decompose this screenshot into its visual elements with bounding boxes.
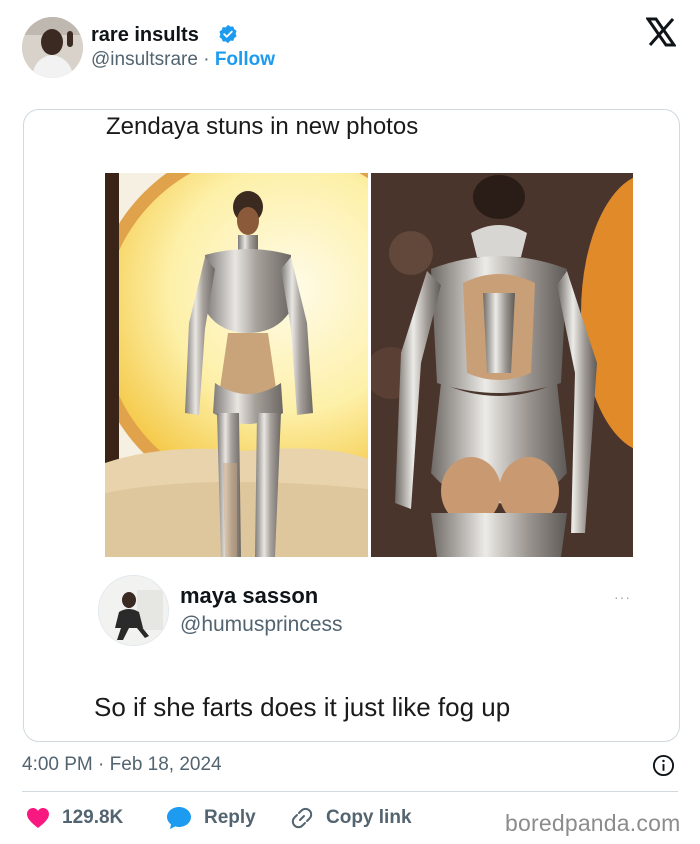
- author-name[interactable]: rare insults: [91, 22, 199, 48]
- x-logo-icon[interactable]: [645, 17, 677, 47]
- like-button[interactable]: 129.8K: [26, 804, 123, 832]
- reply-bubble-icon: [167, 807, 191, 829]
- heart-icon: [27, 808, 49, 828]
- copy-link-button[interactable]: Copy link: [290, 804, 412, 832]
- reply-button[interactable]: Reply: [166, 804, 256, 832]
- copy-link-label: Copy link: [326, 807, 412, 828]
- quote-text: So if she farts does it just like fog up: [94, 692, 511, 722]
- info-icon[interactable]: [652, 754, 675, 777]
- watermark: boredpanda.com: [505, 810, 681, 836]
- handle-separator: ·: [203, 49, 210, 70]
- runway-photo-front[interactable]: [105, 173, 368, 557]
- quote-author-handle[interactable]: @humusprincess: [180, 612, 343, 638]
- like-count: 129.8K: [62, 807, 124, 828]
- author-handle-row: @insultsrare · Follow: [91, 48, 275, 72]
- tweet-timestamp[interactable]: 4:00 PM · Feb 18, 2024: [22, 753, 222, 777]
- quote-author-avatar[interactable]: [98, 575, 169, 646]
- follow-button[interactable]: Follow: [215, 49, 275, 70]
- more-options-icon[interactable]: ···: [614, 589, 631, 605]
- quote-author-name[interactable]: maya sasson: [180, 583, 318, 609]
- author-handle[interactable]: @insultsrare: [91, 49, 198, 70]
- verified-badge-icon: [218, 24, 238, 44]
- runway-photo-back[interactable]: [371, 173, 633, 557]
- author-avatar[interactable]: [22, 17, 83, 78]
- reply-label: Reply: [204, 807, 256, 828]
- link-icon: [291, 807, 313, 829]
- embedded-headline: Zendaya stuns in new photos: [106, 113, 419, 140]
- footer-divider: [22, 791, 678, 792]
